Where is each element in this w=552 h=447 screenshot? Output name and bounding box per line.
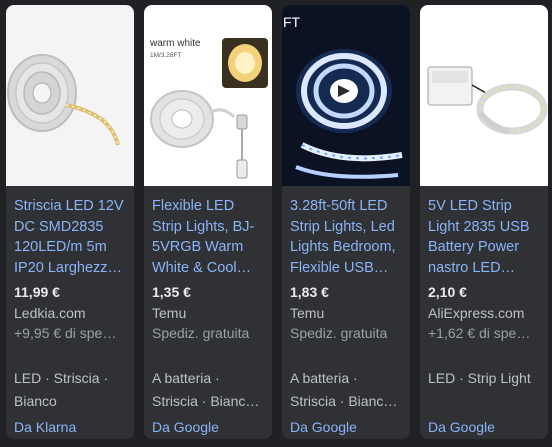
product-price: 1,83 €	[290, 284, 329, 300]
product-tags: LED · Striscia · Bianco	[14, 367, 130, 413]
product-tags: A batteria · Striscia · Bianc…	[152, 367, 268, 413]
product-title[interactable]: 3.28ft-50ft LED Strip Lights, Led Lights…	[290, 196, 404, 278]
product-info: 3.28ft-50ft LED Strip Lights, Led Lights…	[290, 196, 404, 343]
image-caption: FT	[283, 14, 301, 30]
product-info: Striscia LED 12V DC SMD2835 120LED/m 5m …	[14, 196, 128, 343]
product-title[interactable]: 5V LED Strip Light 2835 USB Battery Powe…	[428, 196, 542, 278]
tag-line: Striscia · Bianc…	[152, 393, 260, 409]
product-title[interactable]: Striscia LED 12V DC SMD2835 120LED/m 5m …	[14, 196, 128, 278]
product-tags: A batteria · Striscia · Bianc…	[290, 367, 406, 413]
source-link[interactable]: Da Google	[152, 417, 219, 437]
source-link[interactable]: Da Google	[428, 417, 495, 437]
image-subcaption: 1M/3.28FT	[150, 52, 181, 59]
store-name: Temu	[290, 305, 325, 321]
product-image[interactable]: warm white 1M/3.28FT	[144, 5, 272, 186]
tag-line: A batteria ·	[290, 370, 358, 386]
tag-line: LED · Strip Light	[428, 370, 531, 386]
product-tags: LED · Strip Light	[428, 367, 544, 390]
product-price: 1,35 €	[152, 284, 191, 300]
product-card[interactable]: Striscia LED 12V DC SMD2835 120LED/m 5m …	[6, 5, 134, 439]
product-card[interactable]: warm white 1M/3.28FT Flexible LED Strip …	[144, 5, 272, 439]
shipping-info: +1,62 € di spe…	[428, 325, 531, 341]
store-name: AliExpress.com	[428, 305, 525, 321]
product-info: Flexible LED Strip Lights, BJ-5VRGB Warm…	[152, 196, 266, 343]
product-price: 11,99 €	[14, 284, 60, 300]
tag-line: Bianco	[14, 393, 57, 409]
product-info: 5V LED Strip Light 2835 USB Battery Powe…	[428, 196, 542, 343]
image-caption: warm white	[149, 38, 201, 49]
tag-line: Striscia · Bianc…	[290, 393, 398, 409]
product-card[interactable]: 5V LED Strip Light 2835 USB Battery Powe…	[420, 5, 548, 439]
store-name: Ledkia.com	[14, 305, 86, 321]
product-image[interactable]	[6, 5, 134, 186]
store-name: Temu	[152, 305, 187, 321]
product-card[interactable]: FT 3.28ft-50ft LED Strip Lights, Led Lig…	[282, 5, 410, 439]
shipping-info: Spediz. gratuita	[152, 325, 250, 341]
shipping-info: Spediz. gratuita	[290, 325, 388, 341]
product-grid: Striscia LED 12V DC SMD2835 120LED/m 5m …	[0, 0, 552, 447]
tag-line: LED · Striscia ·	[14, 370, 109, 386]
product-image[interactable]	[420, 5, 548, 186]
tag-line: A batteria ·	[152, 370, 220, 386]
product-price: 2,10 €	[428, 284, 467, 300]
source-link[interactable]: Da Google	[290, 417, 357, 437]
product-image[interactable]: FT	[282, 5, 410, 186]
source-link[interactable]: Da Klarna	[14, 417, 76, 437]
shipping-info: +9,95 € di spe…	[14, 325, 117, 341]
product-title[interactable]: Flexible LED Strip Lights, BJ-5VRGB Warm…	[152, 196, 266, 278]
